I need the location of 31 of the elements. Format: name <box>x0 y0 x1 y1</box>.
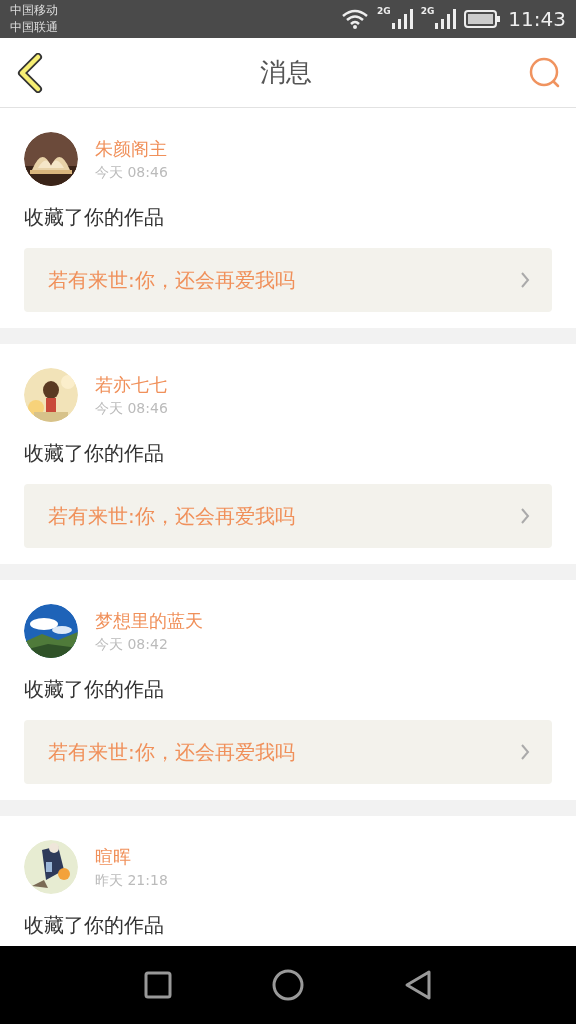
signal-icon <box>390 9 413 29</box>
wifi-icon <box>341 9 370 29</box>
user-name[interactable]: 朱颜阁主 <box>95 136 168 162</box>
clock: 11:43 <box>508 6 566 33</box>
network-type: 2G <box>420 7 435 16</box>
message-text: 收藏了你的作品 <box>24 676 165 703</box>
chevron-right-icon <box>520 743 530 761</box>
work-link[interactable]: 若有来世:你，还会再爱我吗 <box>24 720 552 784</box>
message-time: 今天 08:46 <box>95 399 168 418</box>
message-text: 收藏了你的作品 <box>24 912 165 939</box>
battery-icon <box>464 10 501 28</box>
user-name[interactable]: 梦想里的蓝天 <box>95 608 203 634</box>
carrier-name: 中国移动 <box>10 2 58 19</box>
carrier-name: 中国联通 <box>10 19 58 36</box>
message-text: 收藏了你的作品 <box>24 440 165 467</box>
work-link[interactable]: 若有来世:你，还会再爱我吗 <box>24 248 552 312</box>
home-icon[interactable] <box>272 969 304 1001</box>
message-time: 今天 08:46 <box>95 163 168 182</box>
work-link[interactable]: 若有来世:你，还会再爱我吗 <box>24 484 552 548</box>
message-text: 收藏了你的作品 <box>24 204 165 231</box>
user-name[interactable]: 若亦七七 <box>95 372 168 398</box>
user-name[interactable]: 暄晖 <box>95 844 168 870</box>
chevron-right-icon <box>520 271 530 289</box>
recent-apps-icon[interactable] <box>144 971 172 999</box>
back-nav-icon[interactable] <box>404 969 432 1001</box>
chevron-right-icon <box>520 507 530 525</box>
message-time: 今天 08:42 <box>95 635 169 654</box>
page-title: 消息 <box>260 56 312 89</box>
network-type: 2G <box>377 7 391 16</box>
signal-icon <box>434 9 457 29</box>
message-time: 昨天 21:18 <box>95 871 168 890</box>
